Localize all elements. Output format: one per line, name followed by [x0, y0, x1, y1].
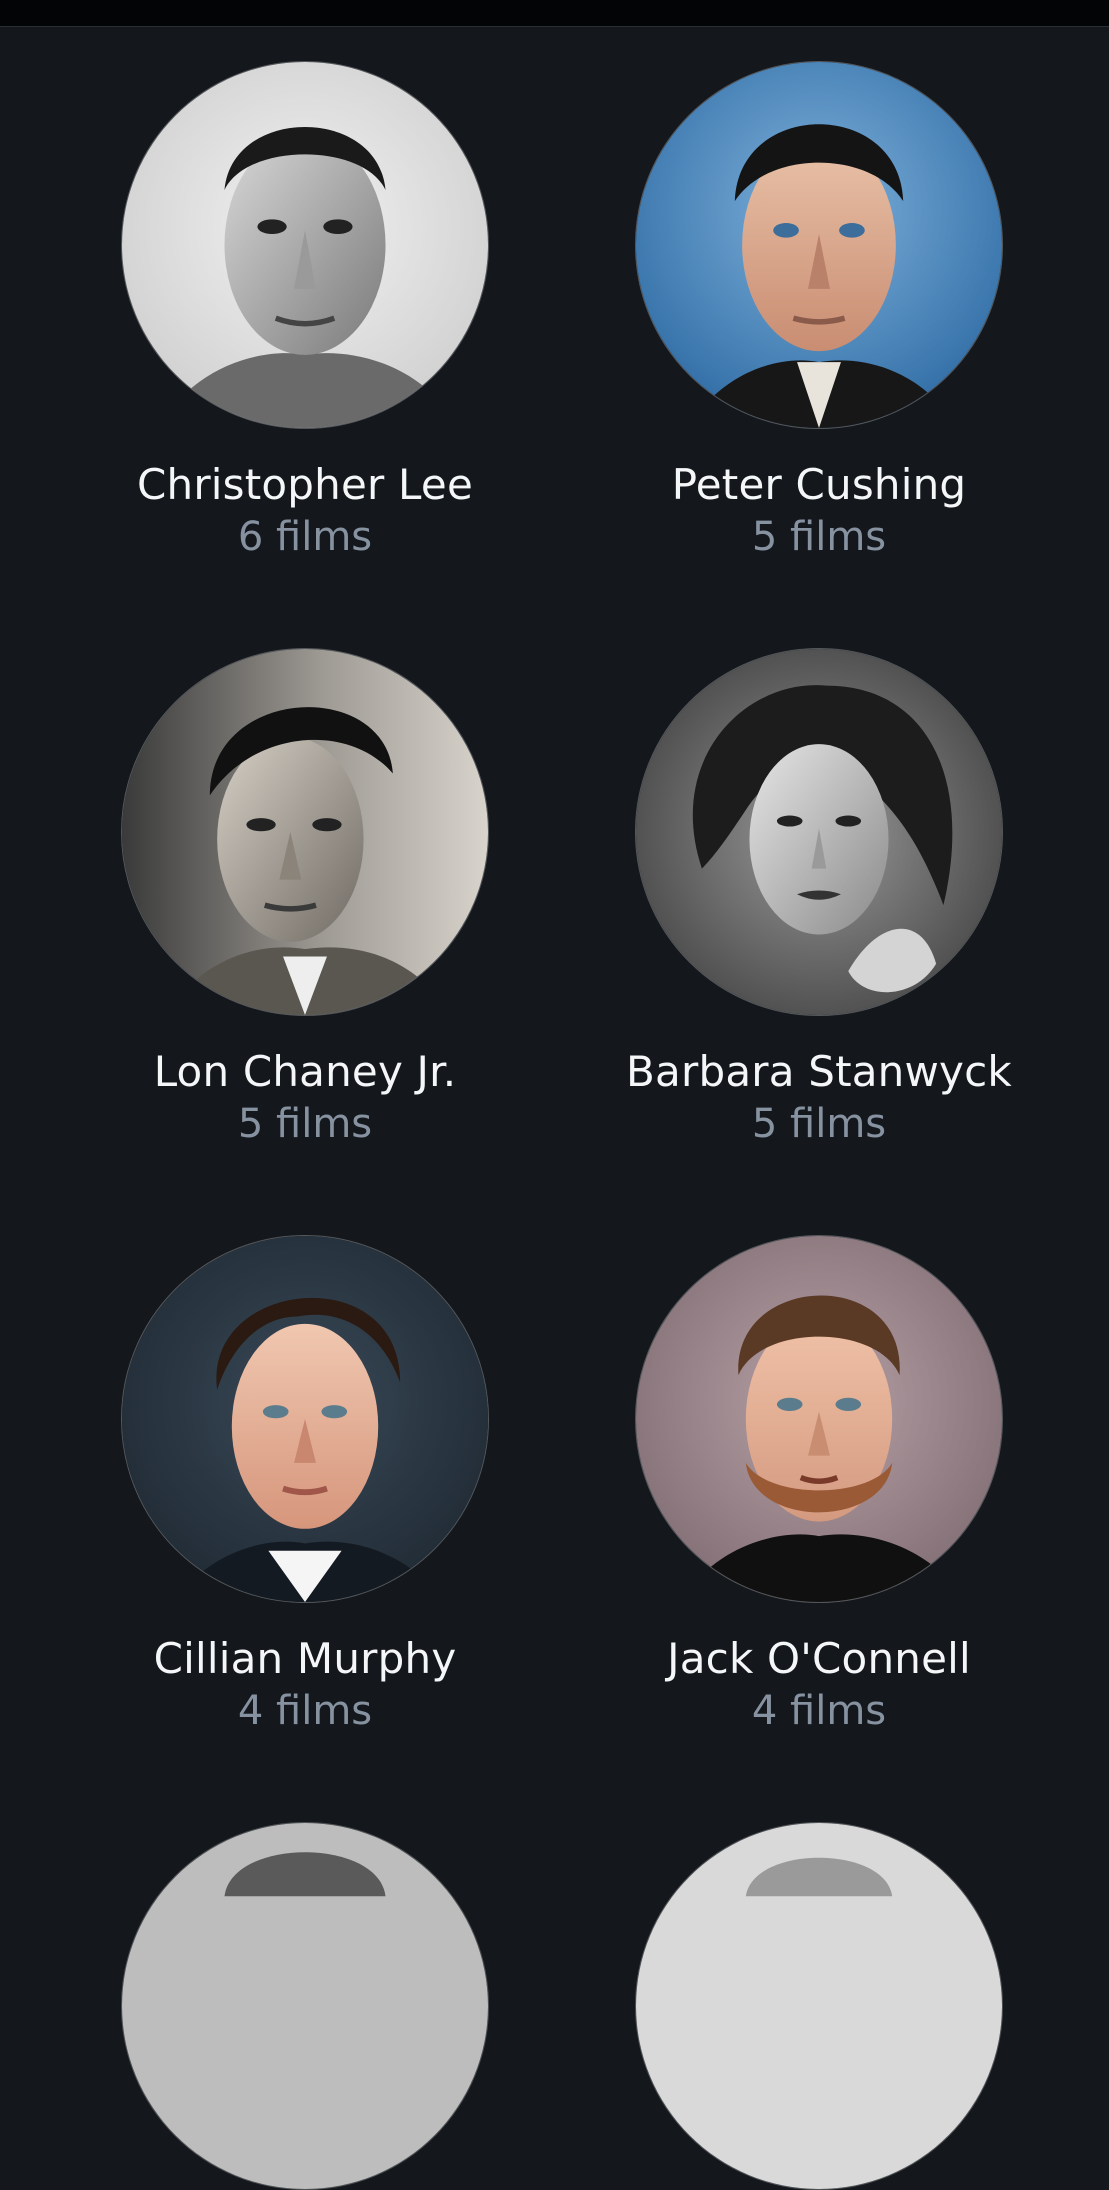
people-grid: Christopher Lee 6 films Peter Cushing 5 …: [0, 0, 1109, 2190]
portrait-image: [636, 1236, 1002, 1602]
portrait-image: [636, 1823, 1002, 2189]
avatar[interactable]: [121, 1235, 489, 1603]
portrait-image: [122, 1236, 488, 1602]
portrait-image: [636, 62, 1002, 428]
avatar[interactable]: [635, 1235, 1003, 1603]
avatar[interactable]: [121, 61, 489, 429]
avatar-partial[interactable]: [121, 1822, 489, 2190]
person-name[interactable]: Peter Cushing: [609, 461, 1029, 509]
portrait-image: [122, 62, 488, 428]
portrait-image: [122, 1823, 488, 2189]
person-name[interactable]: Lon Chaney Jr.: [95, 1048, 515, 1096]
person-name[interactable]: Christopher Lee: [95, 461, 515, 509]
avatar-partial[interactable]: [635, 1822, 1003, 2190]
avatar[interactable]: [121, 648, 489, 1016]
avatar[interactable]: [635, 61, 1003, 429]
film-count: 4 films: [751, 1688, 887, 1734]
person-name[interactable]: Cillian Murphy: [95, 1635, 515, 1683]
person-name[interactable]: Jack O'Connell: [609, 1635, 1029, 1683]
film-count: 5 films: [751, 514, 887, 560]
person-name[interactable]: Barbara Stanwyck: [609, 1048, 1029, 1096]
portrait-image: [636, 649, 1002, 1015]
portrait-image: [122, 649, 488, 1015]
film-count: 5 films: [237, 1101, 373, 1147]
film-count: 6 films: [237, 514, 373, 560]
avatar[interactable]: [635, 648, 1003, 1016]
film-count: 4 films: [237, 1688, 373, 1734]
film-count: 5 films: [751, 1101, 887, 1147]
